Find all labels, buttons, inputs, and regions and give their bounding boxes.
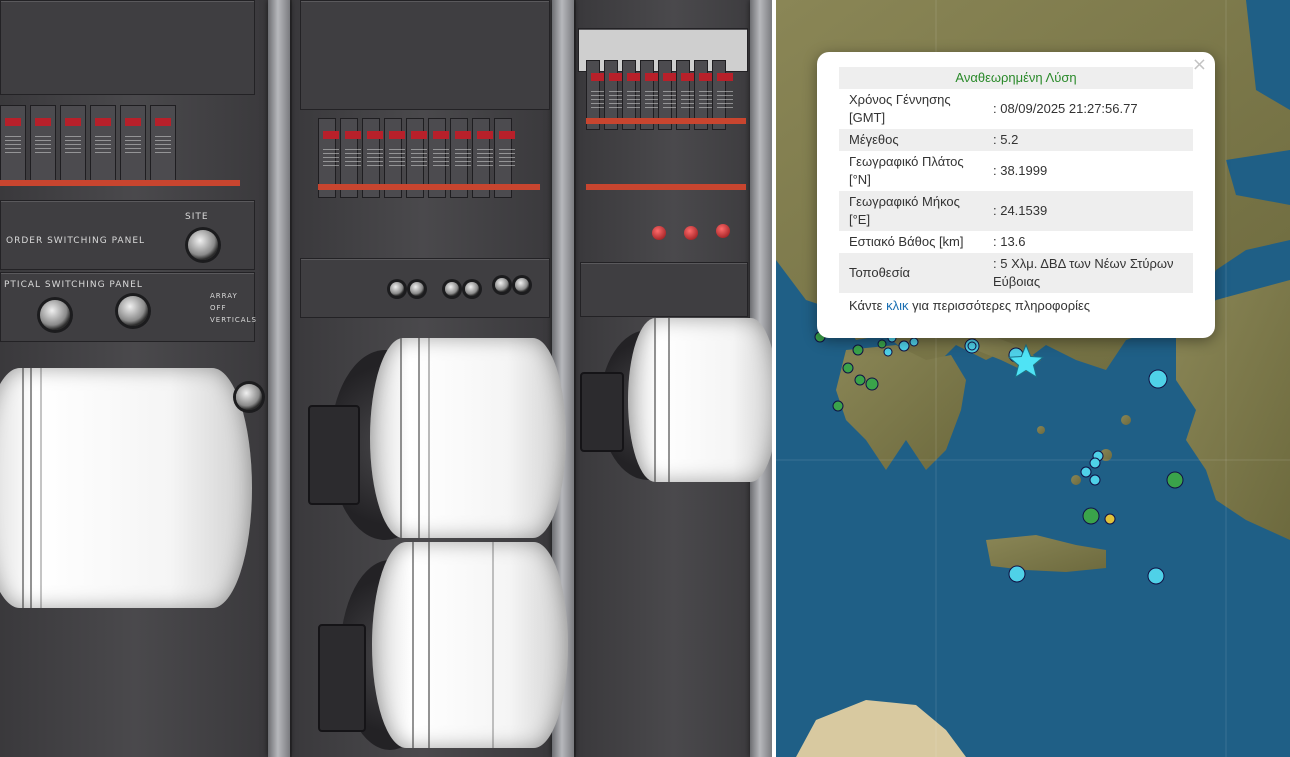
- quake-marker: [832, 400, 844, 412]
- quake-marker: [883, 347, 893, 357]
- info-row-magnitude: Μέγεθος : 5.2: [839, 129, 1193, 151]
- earthquake-info-popup: × Αναθεωρημένη Λύση Χρόνος Γέννησης [GMT…: [817, 52, 1215, 338]
- quake-marker: [1008, 565, 1026, 583]
- seismograph-drum: [628, 318, 772, 482]
- quake-marker: [1089, 457, 1101, 469]
- quake-marker: [1147, 567, 1165, 585]
- quake-marker: [852, 344, 864, 356]
- popup-footer: Κάντε κλικ για περισσότερες πληροφορίες: [849, 298, 1091, 313]
- quake-marker: [1166, 471, 1184, 489]
- quake-marker: [877, 339, 887, 349]
- info-value: : 24.1539: [993, 203, 1048, 218]
- quake-marker: [842, 362, 854, 374]
- quake-marker: [1089, 474, 1101, 486]
- quake-marker: [898, 340, 910, 352]
- info-value: : 5.2: [993, 132, 1019, 147]
- more-info-link[interactable]: κλικ: [886, 298, 908, 313]
- seismograph-drum: [370, 338, 566, 538]
- info-label: Τοποθεσία: [849, 265, 911, 280]
- info-value: : 08/09/2025 21:27:56.77: [993, 101, 1138, 116]
- info-value: : 38.1999: [993, 163, 1048, 178]
- info-value: : 5 Χλμ. ΔΒΔ των Νέων Στύρων Εύβοιας: [993, 256, 1174, 289]
- info-label: Χρόνος Γέννησης [GMT]: [849, 92, 951, 125]
- quake-marker: [1104, 513, 1116, 525]
- seismograph-drum: [372, 542, 568, 748]
- panel-label: ORDER SWITCHING PANEL: [6, 236, 146, 246]
- info-row-depth: Εστιακό Βάθος [km] : 13.6: [839, 231, 1193, 253]
- seismograph-photo: ORDER SWITCHING PANEL SITE PTICAL SWITCH…: [0, 0, 772, 757]
- seismograph-drum: [0, 368, 252, 608]
- info-label: Εστιακό Βάθος [km]: [849, 234, 964, 249]
- quake-marker: [1148, 369, 1168, 389]
- earthquake-info-table: Χρόνος Γέννησης [GMT] : 08/09/2025 21:27…: [839, 89, 1193, 293]
- quake-marker: [1082, 507, 1100, 525]
- info-row-longitude: Γεωγραφικό Μήκος [°E] : 24.1539: [839, 191, 1193, 231]
- close-icon[interactable]: ×: [1192, 56, 1207, 74]
- quake-marker: [1080, 466, 1092, 478]
- quake-marker: [865, 377, 879, 391]
- info-value: : 13.6: [993, 234, 1026, 249]
- quake-marker: [967, 341, 977, 351]
- info-label: Γεωγραφικό Πλάτος [°N]: [849, 154, 964, 187]
- info-row-origin-time: Χρόνος Γέννησης [GMT] : 08/09/2025 21:27…: [839, 89, 1193, 129]
- quake-marker: [909, 337, 919, 347]
- info-label: Γεωγραφικό Μήκος [°E]: [849, 194, 960, 227]
- info-label: Μέγεθος: [849, 132, 899, 147]
- info-row-latitude: Γεωγραφικό Πλάτος [°N] : 38.1999: [839, 151, 1193, 191]
- quake-marker: [854, 374, 866, 386]
- info-row-location: Τοποθεσία : 5 Χλμ. ΔΒΔ των Νέων Στύρων Ε…: [839, 253, 1193, 293]
- popup-title: Αναθεωρημένη Λύση: [839, 67, 1193, 89]
